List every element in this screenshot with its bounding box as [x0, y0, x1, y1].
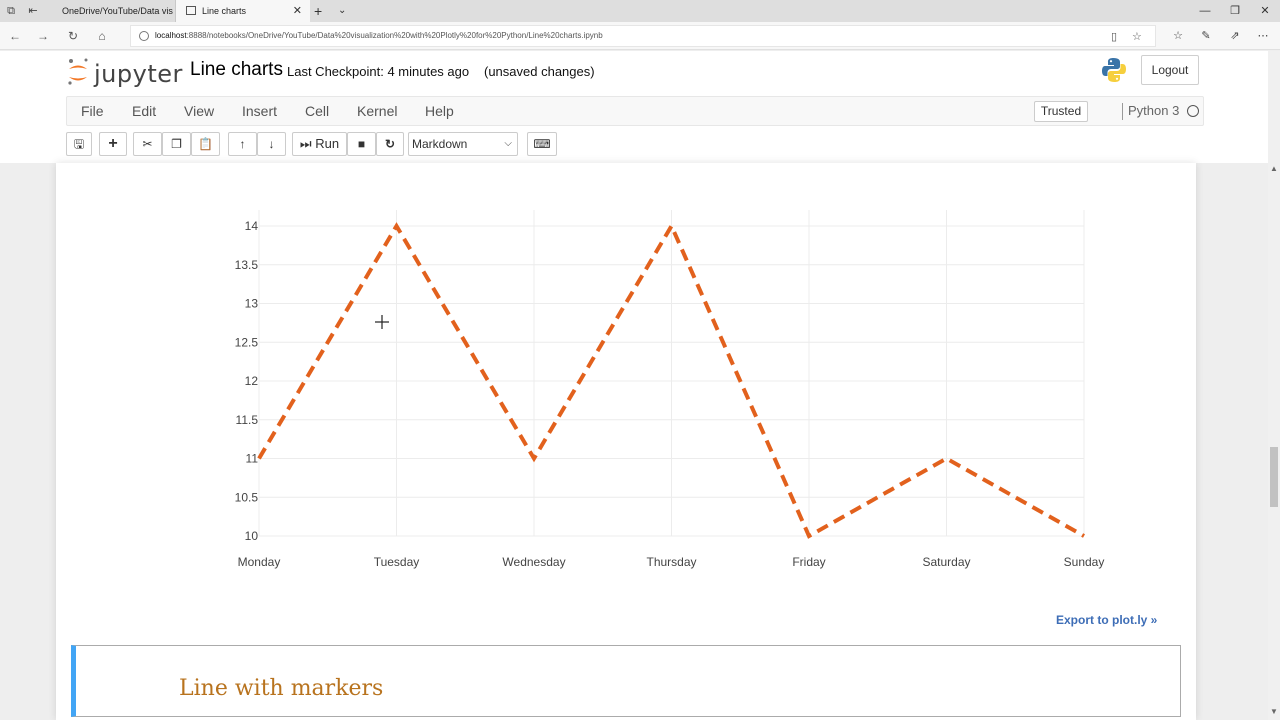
notebook-name[interactable]: Line charts — [190, 59, 283, 81]
pen-icon[interactable]: ✎ — [1197, 27, 1215, 45]
page-icon — [186, 6, 196, 15]
url-text: localhost:8888/notebooks/OneDrive/YouTub… — [155, 31, 603, 40]
menu-kernel[interactable]: Kernel — [357, 97, 397, 125]
y-tick-label: 11 — [246, 452, 259, 466]
x-tick-label: Wednesday — [502, 555, 565, 569]
tab-title: OneDrive/YouTube/Data vis — [62, 6, 173, 16]
checkpoint-status: Last Checkpoint: 4 minutes ago — [287, 64, 470, 79]
menu-help[interactable]: Help — [425, 97, 454, 125]
line-chart[interactable]: 10 10.5 11 11.5 12 12.5 13 13.5 14 Monday Tuesday W… — [56, 163, 1196, 603]
scroll-thumb[interactable] — [1270, 447, 1278, 507]
trusted-indicator[interactable]: Trusted — [1034, 101, 1088, 122]
favorite-star-icon[interactable]: ☆ — [1132, 28, 1142, 46]
paste-icon[interactable]: 📋 — [191, 132, 220, 156]
browser-tab-inactive[interactable]: OneDrive/YouTube/Data vis — [52, 0, 176, 22]
share-icon[interactable]: ⇗ — [1226, 27, 1244, 45]
y-tick-label: 14 — [245, 219, 259, 233]
unsaved-status: (unsaved changes) — [484, 64, 595, 79]
kernel-name[interactable]: Python 3 — [1128, 97, 1179, 125]
export-to-plotly-link[interactable]: Export to plot.ly » — [1056, 613, 1157, 627]
reading-view-icon[interactable]: ▯ — [1111, 28, 1117, 46]
set-aside-tabs-icon[interactable]: ⇤ — [25, 3, 41, 19]
run-icon: ⏭ — [299, 136, 312, 151]
jupyter-logo-text: jupyter — [94, 60, 183, 88]
url-input[interactable]: localhost:8888/notebooks/OneDrive/YouTub… — [130, 25, 1156, 47]
restart-icon[interactable]: ↻ — [376, 132, 404, 156]
cell-type-select[interactable]: Markdown ⌵ — [408, 132, 518, 156]
scroll-up-icon[interactable]: ▲ — [1268, 163, 1280, 175]
refresh-icon[interactable]: ↻ — [64, 27, 82, 45]
scroll-down-icon[interactable]: ▼ — [1268, 706, 1280, 718]
browser-tab-bar: ⧉ ⇤ OneDrive/YouTube/Data vis Line chart… — [0, 0, 1280, 22]
back-icon[interactable]: ← — [6, 27, 24, 45]
logout-button[interactable]: Logout — [1141, 55, 1199, 85]
y-tick-label: 10 — [245, 529, 259, 543]
y-tick-label: 12 — [245, 374, 259, 388]
menu-file[interactable]: File — [81, 97, 104, 125]
chevron-down-icon[interactable]: ⌄ — [338, 0, 346, 22]
site-info-icon[interactable] — [139, 31, 149, 41]
y-tick-label: 13 — [245, 297, 259, 311]
move-down-icon[interactable]: ↓ — [257, 132, 286, 156]
interrupt-icon[interactable]: ■ — [347, 132, 376, 156]
page-scrollbar[interactable]: ▲ ▼ — [1268, 51, 1280, 720]
cell-type-value: Markdown — [412, 137, 468, 151]
tab-manager-icon[interactable]: ⧉ — [3, 3, 19, 19]
chevron-down-icon: ⌵ — [504, 138, 512, 149]
run-button[interactable]: ⏭ Run — [292, 132, 347, 156]
forward-icon[interactable]: → — [34, 27, 52, 45]
minimize-icon[interactable]: — — [1190, 0, 1220, 22]
markdown-heading: Line with markers — [179, 676, 384, 701]
cut-icon[interactable]: ✂ — [133, 132, 162, 156]
address-bar: ← → ↻ ⌂ localhost:8888/notebooks/OneDriv… — [0, 22, 1280, 50]
x-tick-label: Saturday — [922, 555, 970, 569]
menu-edit[interactable]: Edit — [132, 97, 156, 125]
python-logo-icon — [1102, 58, 1126, 82]
move-up-icon[interactable]: ↑ — [228, 132, 257, 156]
home-icon[interactable]: ⌂ — [93, 27, 111, 45]
notebook-area: 10 10.5 11 11.5 12 12.5 13 13.5 14 Monday Tuesday W… — [0, 163, 1268, 720]
close-tab-icon[interactable]: ✕ — [293, 0, 302, 22]
more-icon[interactable]: ⋯ — [1254, 27, 1272, 45]
x-tick-label: Tuesday — [374, 555, 420, 569]
run-label: Run — [315, 136, 340, 151]
new-tab-icon[interactable]: + — [314, 0, 322, 22]
menu-bar: File Edit View Insert Cell Kernel Help T… — [66, 96, 1204, 126]
kernel-divider — [1122, 103, 1123, 120]
restore-icon[interactable]: ❐ — [1220, 0, 1250, 22]
keyboard-icon[interactable]: ⌨ — [527, 132, 557, 156]
copy-icon[interactable]: ❐ — [162, 132, 191, 156]
y-tick-label: 13.5 — [235, 258, 259, 272]
x-tick-label: Sunday — [1064, 555, 1105, 569]
jupyter-header: jupyter Line charts Last Checkpoint: 4 m… — [0, 51, 1268, 163]
notebook-container: 10 10.5 11 11.5 12 12.5 13 13.5 14 Monday Tuesday W… — [56, 163, 1196, 720]
y-tick-label: 10.5 — [235, 490, 259, 504]
jupyter-logo-icon — [68, 58, 88, 85]
markdown-cell[interactable]: Line with markers — [71, 645, 1181, 717]
menu-cell[interactable]: Cell — [305, 97, 329, 125]
y-tick-label: 12.5 — [235, 335, 259, 349]
menu-view[interactable]: View — [184, 97, 214, 125]
save-icon[interactable]: 🖫 — [66, 132, 92, 156]
close-window-icon[interactable]: ✕ — [1250, 0, 1280, 22]
tab-title: Line charts — [202, 6, 247, 16]
x-tick-label: Friday — [792, 555, 825, 569]
menu-insert[interactable]: Insert — [242, 97, 277, 125]
y-tick-label: 11.5 — [236, 413, 259, 427]
x-tick-label: Monday — [238, 555, 281, 569]
browser-tab-active[interactable]: Line charts ✕ — [176, 0, 310, 22]
insert-cell-icon[interactable]: + — [99, 132, 127, 156]
x-tick-label: Thursday — [646, 555, 696, 569]
kernel-idle-icon — [1187, 105, 1199, 117]
favorites-icon[interactable]: ☆ — [1169, 27, 1187, 45]
